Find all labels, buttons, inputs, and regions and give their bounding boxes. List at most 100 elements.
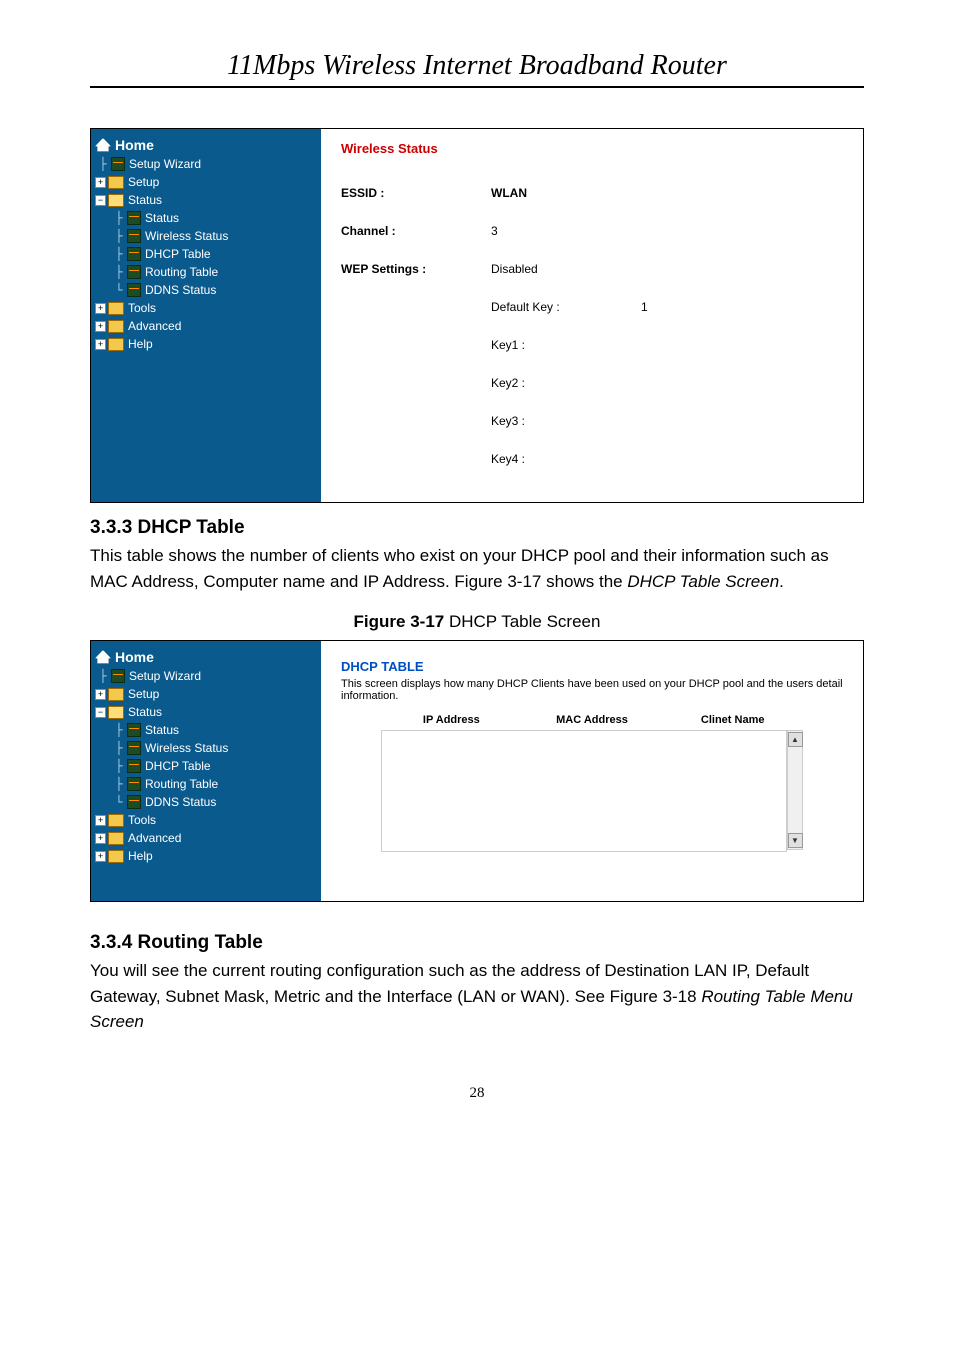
nav-help[interactable]: Help: [128, 849, 153, 863]
key2-label: Key2 :: [491, 376, 525, 390]
tree-line-icon: ├: [111, 723, 127, 737]
dhcp-table-columns: IP Address MAC Address Clinet Name: [341, 714, 843, 726]
tree-line-icon: ├: [111, 265, 127, 279]
nav-dhcp-table[interactable]: DHCP Table: [145, 759, 211, 773]
tree-line-icon: ├: [111, 247, 127, 261]
wep-label: WEP Settings :: [341, 262, 491, 276]
figure-317-caption: Figure 3-17 DHCP Table Screen: [90, 612, 864, 632]
wep-value: Disabled: [491, 262, 538, 276]
document-header: 11Mbps Wireless Internet Broadband Route…: [90, 50, 864, 88]
expand-icon[interactable]: +: [95, 177, 106, 188]
page-icon: [127, 723, 141, 737]
tree-line-icon: ├: [111, 229, 127, 243]
page-icon: [127, 229, 141, 243]
blank-label: [341, 338, 491, 352]
nav-status[interactable]: Status: [128, 705, 162, 719]
channel-label: Channel :: [341, 224, 491, 238]
expand-icon[interactable]: +: [95, 321, 106, 332]
page-icon: [111, 669, 125, 683]
tree-line-icon: ├: [111, 741, 127, 755]
tree-line-icon: └: [111, 283, 127, 297]
page-icon: [127, 265, 141, 279]
nav-tools[interactable]: Tools: [128, 301, 156, 315]
folder-icon: [108, 850, 124, 863]
tree-line-icon: └: [111, 795, 127, 809]
key3-label: Key3 :: [491, 414, 525, 428]
key1-label: Key1 :: [491, 338, 525, 352]
nav-status-sub[interactable]: Status: [145, 723, 179, 737]
nav-tree: Home ├ Setup Wizard + Setup − Status ├ S…: [91, 129, 321, 502]
folder-icon: [108, 814, 124, 827]
nav-wireless-status[interactable]: Wireless Status: [145, 229, 228, 243]
col-client-name: Clinet Name: [662, 714, 803, 726]
dhcp-table-body: [381, 730, 787, 852]
folder-icon: [108, 688, 124, 701]
channel-value: 3: [491, 224, 498, 238]
page-icon: [127, 247, 141, 261]
expand-icon[interactable]: +: [95, 303, 106, 314]
nav-home[interactable]: Home: [115, 649, 154, 665]
tree-line-icon: ├: [111, 211, 127, 225]
expand-icon[interactable]: +: [95, 339, 106, 350]
folder-icon: [108, 832, 124, 845]
expand-icon[interactable]: +: [95, 689, 106, 700]
expand-icon[interactable]: +: [95, 851, 106, 862]
nav-wireless-status[interactable]: Wireless Status: [145, 741, 228, 755]
dhcp-table-heading: DHCP TABLE: [341, 659, 843, 674]
expand-icon[interactable]: +: [95, 815, 106, 826]
tree-line-icon: ├: [95, 157, 111, 171]
folder-open-icon: [108, 706, 124, 719]
nav-help[interactable]: Help: [128, 337, 153, 351]
folder-icon: [108, 338, 124, 351]
figure-317-bold: Figure 3-17: [354, 612, 449, 631]
nav-home[interactable]: Home: [115, 137, 154, 153]
blank-label: [341, 452, 491, 466]
figure-317-rest: DHCP Table Screen: [449, 612, 601, 631]
col-mac-address: MAC Address: [522, 714, 663, 726]
folder-icon: [108, 302, 124, 315]
page-icon: [127, 211, 141, 225]
figure-wireless-status: Home ├ Setup Wizard + Setup − Status ├ S…: [90, 128, 864, 503]
nav-status[interactable]: Status: [128, 193, 162, 207]
page-icon: [127, 759, 141, 773]
nav-tools[interactable]: Tools: [128, 813, 156, 827]
blank-label: [341, 414, 491, 428]
page-number: 28: [90, 1085, 864, 1102]
dhcp-table-content: DHCP TABLE This screen displays how many…: [321, 641, 863, 901]
nav-routing-table[interactable]: Routing Table: [145, 777, 218, 791]
nav-setup-wizard[interactable]: Setup Wizard: [129, 157, 201, 171]
nav-setup[interactable]: Setup: [128, 175, 159, 189]
nav-ddns-status[interactable]: DDNS Status: [145, 283, 216, 297]
folder-icon: [108, 176, 124, 189]
nav-advanced[interactable]: Advanced: [128, 319, 181, 333]
col-ip-address: IP Address: [381, 714, 522, 726]
collapse-icon[interactable]: −: [95, 707, 106, 718]
section-333-body: This table shows the number of clients w…: [90, 543, 864, 594]
nav-status-sub[interactable]: Status: [145, 211, 179, 225]
collapse-icon[interactable]: −: [95, 195, 106, 206]
tree-line-icon: ├: [95, 669, 111, 683]
wireless-status-heading: Wireless Status: [341, 141, 843, 156]
key4-label: Key4 :: [491, 452, 525, 466]
scroll-up-icon[interactable]: ▲: [788, 732, 803, 747]
folder-open-icon: [108, 194, 124, 207]
page-icon: [127, 795, 141, 809]
home-icon: [95, 650, 111, 664]
scroll-down-icon[interactable]: ▼: [788, 833, 803, 848]
nav-dhcp-table[interactable]: DHCP Table: [145, 247, 211, 261]
tree-line-icon: ├: [111, 759, 127, 773]
nav-routing-table[interactable]: Routing Table: [145, 265, 218, 279]
expand-icon[interactable]: +: [95, 833, 106, 844]
nav-setup[interactable]: Setup: [128, 687, 159, 701]
wireless-status-content: Wireless Status ESSID : WLAN Channel : 3…: [321, 129, 863, 502]
page-icon: [111, 157, 125, 171]
nav-ddns-status[interactable]: DDNS Status: [145, 795, 216, 809]
scrollbar[interactable]: ▲ ▼: [787, 730, 803, 850]
default-key-label: Default Key :: [491, 300, 641, 314]
blank-label: [341, 376, 491, 390]
nav-advanced[interactable]: Advanced: [128, 831, 181, 845]
section-334-heading: 3.3.4 Routing Table: [90, 932, 864, 954]
page-icon: [127, 741, 141, 755]
nav-setup-wizard[interactable]: Setup Wizard: [129, 669, 201, 683]
essid-value: WLAN: [491, 186, 527, 200]
